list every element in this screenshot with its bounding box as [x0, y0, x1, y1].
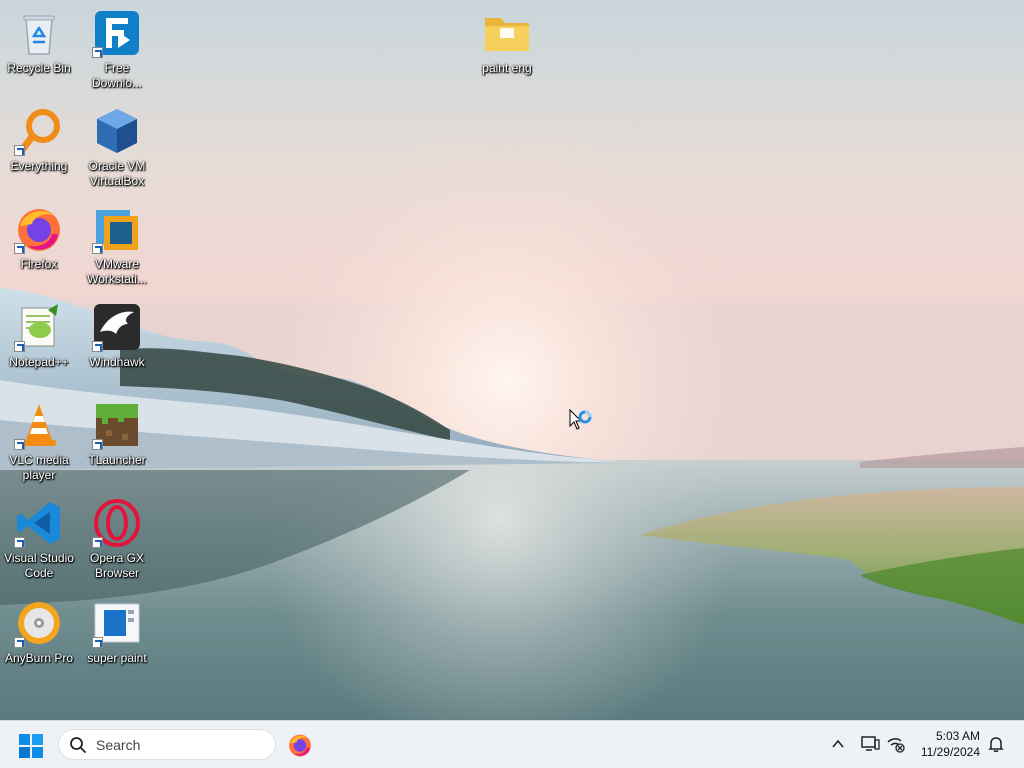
notepadpp-icon-item[interactable]: Notepad++ [0, 298, 78, 386]
desktop-icon-label: Opera GX Browser [89, 551, 145, 580]
search-icon [70, 736, 86, 753]
desktop-icon-label: Oracle VM VirtualBox [88, 159, 146, 188]
shortcut-arrow-icon [14, 537, 25, 548]
firefox-icon-item[interactable]: Firefox [0, 200, 78, 288]
shortcut-arrow-icon [92, 341, 103, 352]
clock-date: 11/29/2024 [920, 745, 980, 759]
shortcut-arrow-icon [14, 341, 25, 352]
desktop[interactable]: Recycle Bin Everything Firefox Notepad++… [0, 0, 1024, 720]
display-icon[interactable] [860, 735, 880, 753]
search-placeholder: Search [96, 736, 141, 753]
windows-start-icon[interactable] [18, 733, 44, 759]
folder-icon [485, 18, 529, 51]
recycle-bin-icon [23, 15, 55, 55]
shortcut-arrow-icon [14, 145, 25, 156]
desktop-icon-label: Windhawk [89, 355, 145, 369]
anyburn-icon-item[interactable]: AnyBurn Pro [0, 594, 78, 682]
desktop-icon-label: Free Downlo... [91, 61, 143, 90]
desktop-icon-label: TLauncher [88, 453, 146, 467]
windhawk-icon-item[interactable]: Windhawk [78, 298, 156, 386]
desktop-icon-label: VMware Workstati... [87, 257, 147, 286]
vmware-icon-item[interactable]: VMware Workstati... [78, 200, 156, 288]
desktop-icon-label: AnyBurn Pro [4, 651, 74, 665]
vscode-icon-item[interactable]: Visual Studio Code [0, 494, 78, 582]
free-download-icon-item[interactable]: Free Downlo... [78, 4, 156, 92]
desktop-icon-label: Notepad++ [9, 355, 69, 369]
shortcut-arrow-icon [92, 537, 103, 548]
chevron-up-icon[interactable] [829, 735, 847, 753]
shortcut-arrow-icon [92, 637, 103, 648]
vlc-icon-item[interactable]: VLC media player [0, 396, 78, 484]
taskbar-clock[interactable]: 5:03 AM 11/29/2024 [908, 728, 980, 760]
recycle-bin-icon-item[interactable]: Recycle Bin [0, 4, 78, 92]
shortcut-arrow-icon [92, 439, 103, 450]
desktop-icon-label: Visual Studio Code [4, 551, 74, 580]
clock-time: 5:03 AM [935, 729, 980, 743]
firefox-icon[interactable] [287, 732, 313, 758]
tlauncher-icon-item[interactable]: TLauncher [78, 396, 156, 484]
shortcut-arrow-icon [14, 637, 25, 648]
paint-eng-folder-item[interactable]: paint eng [468, 4, 546, 92]
busy-cursor-icon [569, 409, 592, 430]
shortcut-arrow-icon [14, 243, 25, 254]
desktop-icon-label: Firefox [20, 257, 58, 271]
shortcut-arrow-icon [92, 243, 103, 254]
notification-bell-icon[interactable] [987, 735, 1005, 753]
network-disconnected-icon[interactable] [886, 735, 906, 753]
desktop-icon-label: Everything [10, 159, 68, 173]
taskbar: Search 5:03 AM 11/29/2024 [0, 720, 1024, 768]
virtualbox-icon-item[interactable]: Oracle VM VirtualBox [78, 102, 156, 190]
shortcut-arrow-icon [92, 47, 103, 58]
desktop-icon-label: Recycle Bin [7, 61, 71, 75]
superpaint-icon-item[interactable]: super paint [78, 594, 156, 682]
desktop-icon-label: super paint [87, 651, 147, 665]
virtualbox-cube-icon [97, 109, 137, 153]
desktop-icon-label: VLC media player [9, 453, 69, 482]
desktop-icon-label: paint eng [482, 61, 532, 75]
taskbar-search-box[interactable]: Search [58, 729, 276, 760]
shortcut-arrow-icon [14, 439, 25, 450]
operagx-icon-item[interactable]: Opera GX Browser [78, 494, 156, 582]
everything-icon-item[interactable]: Everything [0, 102, 78, 190]
